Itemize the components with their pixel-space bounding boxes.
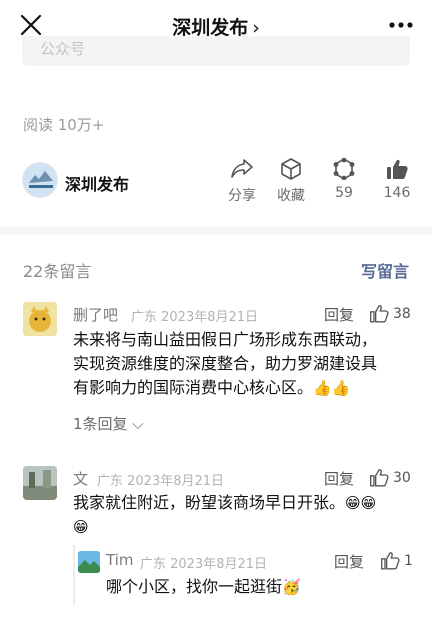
cat-avatar-icon xyxy=(23,302,57,336)
reply-button[interactable]: 回复 xyxy=(324,468,354,489)
favorite-label: 收藏 xyxy=(277,188,305,204)
read-count: 阅读 10万+ xyxy=(23,116,105,134)
reply-thread-line xyxy=(73,545,75,605)
reply-text: 哪个小区，找你一起逛街🥳 xyxy=(106,577,301,596)
comment-text: 未来将与南山益田假日广场形成东西联动， 实现资源维度的深度整合，助力罗湖建设具 … xyxy=(73,328,418,400)
comment-line: 未来将与南山益田假日广场形成东西联动， xyxy=(73,330,378,349)
reply-meta: 广东 2023年8月21日 xyxy=(140,557,268,572)
avatar[interactable] xyxy=(23,302,57,336)
more-icon[interactable] xyxy=(388,14,414,36)
comment-line: 我家就住附近，盼望该商场早日开张。😁😁 xyxy=(73,493,377,512)
like-button[interactable]: 146 xyxy=(372,158,422,201)
comments-count: 22条留言 xyxy=(23,262,92,281)
emoji: 😁😁 xyxy=(345,494,377,512)
thumbs-up-outline-icon xyxy=(370,305,389,323)
comment-text: 我家就住附近，盼望该商场早日开张。😁😁 😁 xyxy=(73,491,418,539)
comment-like-button[interactable]: 38 xyxy=(369,304,414,326)
expand-replies-button[interactable]: 1条回复 ⌵ xyxy=(73,413,144,434)
emoji: 🥳 xyxy=(282,578,301,596)
emoji: 😁 xyxy=(73,518,89,536)
author-name[interactable]: 深圳发布 xyxy=(65,171,129,195)
share-icon xyxy=(231,159,253,178)
like-count: 146 xyxy=(383,185,411,201)
comment-like-count: 38 xyxy=(393,306,411,322)
comment-like-count: 30 xyxy=(393,470,411,486)
share-label: 分享 xyxy=(228,188,256,204)
wow-button[interactable]: 59 xyxy=(319,158,369,201)
comment-author[interactable]: 文 xyxy=(73,468,88,489)
favorite-button[interactable]: 收藏 xyxy=(266,158,316,205)
avatar[interactable] xyxy=(78,551,100,573)
wow-icon xyxy=(333,158,355,180)
wow-count: 59 xyxy=(335,185,353,201)
reply-button[interactable]: 回复 xyxy=(324,304,354,325)
comment-author[interactable]: 删了吧 xyxy=(73,304,118,325)
reply-like-count: 1 xyxy=(404,553,413,569)
emoji: 👍👍 xyxy=(313,379,351,397)
comment-line: 实现资源维度的深度整合，助力罗湖建设具 xyxy=(73,354,378,373)
author-logo-icon xyxy=(29,171,53,188)
account-card[interactable]: 公众号 xyxy=(22,36,410,66)
reply-like-button[interactable]: 1 xyxy=(380,551,414,573)
photo-avatar-icon xyxy=(23,466,57,500)
thumbs-up-icon xyxy=(387,159,408,179)
reply-button[interactable]: 回复 xyxy=(334,551,364,572)
comment-line: 有影响力的国际消费中心核心区。👍👍 xyxy=(73,378,351,397)
thumbs-up-outline-icon xyxy=(381,552,400,570)
reply-author[interactable]: Tim xyxy=(106,551,133,569)
landscape-avatar-icon xyxy=(78,551,100,573)
comment-meta: 广东 2023年8月21日 xyxy=(131,310,259,325)
comment-meta: 广东 2023年8月21日 xyxy=(97,474,225,489)
comment-line: 😁 xyxy=(73,515,418,539)
section-divider xyxy=(0,227,432,235)
avatar[interactable] xyxy=(23,466,57,500)
write-comment-button[interactable]: 写留言 xyxy=(361,258,409,282)
author-avatar[interactable] xyxy=(22,162,58,198)
comment-like-button[interactable]: 30 xyxy=(369,468,414,490)
thumbs-up-outline-icon xyxy=(370,469,389,487)
box-icon xyxy=(281,158,301,180)
share-button[interactable]: 分享 xyxy=(217,158,267,205)
author-row: 深圳发布 分享 收藏 59 146 xyxy=(22,158,422,208)
account-card-label: 公众号 xyxy=(40,40,86,58)
